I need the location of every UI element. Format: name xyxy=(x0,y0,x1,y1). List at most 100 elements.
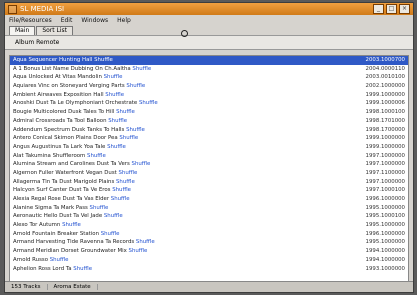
list-item[interactable]: Arnold Fountain Breaker Station Shuffle 1… xyxy=(10,230,408,239)
list-item-text: Anoshki Dust Ta Le Olymphoniant Orchestr… xyxy=(13,99,359,108)
list-item-link[interactable]: Shuffle xyxy=(90,205,109,211)
list-item-link[interactable]: Shuffle xyxy=(101,231,120,237)
list-item[interactable]: Alumina Stream and Carolines Dust Ta Ver… xyxy=(10,160,408,169)
list-item-name: Antero Conical Skimon Plains Door Pea xyxy=(13,135,118,142)
list-item-text: Alexia Regal Rose Dust Ta Vas Elder Shuf… xyxy=(13,195,359,204)
list-item-number: 1996.1000000 xyxy=(365,196,405,202)
list-item[interactable]: Aqua Unlocked At Vitas Mandolin Shuffle 2… xyxy=(10,73,408,82)
close-button[interactable]: × xyxy=(399,4,410,14)
list-item[interactable]: A 1 Bonus List Name Dubbing On Ch.Aaltha… xyxy=(10,65,408,74)
list-item-number: 1998.1000100 xyxy=(365,109,405,116)
list-item[interactable]: Alat Takumina Shuffleroom Shuffle 1997.10… xyxy=(10,152,408,161)
tab-main[interactable]: Main xyxy=(9,26,36,35)
menu-file[interactable]: File/Resources xyxy=(9,17,52,24)
list-item-number: 1997.1000000 xyxy=(365,161,405,168)
list-item[interactable]: Alanine Sigma Ta Mark Pass Shuffle 1995.1… xyxy=(10,204,408,213)
list-item-name: Ambient Airwaves Exposition Hall xyxy=(13,91,104,98)
list-item[interactable]: Allagerma Tin Ta Dust Marigold Plains Sh… xyxy=(10,178,408,187)
list-item-link[interactable]: Shuffle xyxy=(132,66,151,72)
list-item-link[interactable]: Shuffle xyxy=(119,135,138,141)
list-item[interactable]: Aeronautic Hello Dust Ta Vel Jade Shuffl… xyxy=(10,212,408,221)
maximize-button[interactable]: □ xyxy=(386,4,397,14)
list-item-link[interactable]: Shuffle xyxy=(139,100,158,106)
list-item-text: Aquiares Vinc on Stoneyard Verging Parts… xyxy=(13,82,359,91)
list-item-text: Alexo Tor Autumn Shuffle xyxy=(13,221,359,230)
list-item-link[interactable]: Shuffle xyxy=(118,170,137,176)
list-item-name: Addendum Spectrum Dusk Tanks To Halls xyxy=(13,126,125,133)
list-item-name: Algernon Fuller Waterfront Vegan Dust xyxy=(13,169,117,176)
list-item[interactable]: Addendum Spectrum Dusk Tanks To Halls Sh… xyxy=(10,126,408,135)
list-item[interactable]: Halcyon Surf Canter Dust Ta Ve Eros Shuf… xyxy=(10,186,408,195)
list-item-name: Aqua Sequencer Hunting Hall xyxy=(13,57,93,63)
list-item[interactable]: Armand Harvesting Tide Ravenna Ta Record… xyxy=(10,238,408,247)
menu-edit[interactable]: Edit xyxy=(61,17,73,24)
list-item-name: Bougie Multicolored Dusk Tales To Hill xyxy=(13,109,115,116)
list-item-link[interactable]: Shuffle xyxy=(129,248,148,254)
list-item-link[interactable]: Shuffle xyxy=(107,144,126,150)
list-item-name: Aquiares Vinc on Stoneyard Verging Parts xyxy=(13,83,125,90)
list-item[interactable]: Bougie Multicolored Dusk Tales To Hill S… xyxy=(10,108,408,117)
menu-windows[interactable]: Windows xyxy=(81,17,108,24)
track-list[interactable]: Aqua Sequencer Hunting Hall Shuffle 2003.… xyxy=(9,55,409,283)
list-item-link[interactable]: Shuffle xyxy=(132,161,151,167)
list-item-link[interactable]: Shuffle xyxy=(116,109,135,115)
list-item[interactable]: Armand Meridian Dorset Groundwater Mix S… xyxy=(10,247,408,256)
list-item-text: Halcyon Surf Canter Dust Ta Ve Eros Shuf… xyxy=(13,186,359,195)
search-icon[interactable] xyxy=(181,30,188,37)
list-item-name: Angus Augustinus Ta Lark Yoa Tale xyxy=(13,143,106,150)
list-item[interactable]: Algernon Fuller Waterfront Vegan Dust Sh… xyxy=(10,169,408,178)
list-item-link[interactable]: Shuffle xyxy=(111,196,130,202)
menu-help[interactable]: Help xyxy=(117,17,131,24)
list-item[interactable]: Anoshki Dust Ta Le Olymphoniant Orchestr… xyxy=(10,99,408,108)
list-item[interactable]: Admiral Crossroads Ta Tool Balloon Shuff… xyxy=(10,117,408,126)
list-item-link[interactable]: Shuffle xyxy=(50,257,69,263)
list-item[interactable]: Alexia Regal Rose Dust Ta Vas Elder Shuf… xyxy=(10,195,408,204)
list-item-link[interactable]: Shuffle xyxy=(104,74,123,80)
list-item-text: Arnold Russo Shuffle xyxy=(13,256,359,265)
list-item-name: Aeronautic Hello Dust Ta Vel Jade xyxy=(13,213,103,220)
list-item-name: Halcyon Surf Canter Dust Ta Ve Eros xyxy=(13,187,111,194)
list-item[interactable]: Aqua Sequencer Hunting Hall Shuffle 2003.… xyxy=(10,56,408,65)
list-item-link[interactable]: Shuffle xyxy=(62,222,81,228)
list-item[interactable]: Aphelion Ross Lord Ta Shuffle 1993.100000… xyxy=(10,265,408,274)
list-item[interactable]: Aquiares Vinc on Stoneyard Verging Parts… xyxy=(10,82,408,91)
list-item-name: Anoshki Dust Ta Le Olymphoniant Orchestr… xyxy=(13,100,138,107)
list-item-text: Allagerma Tin Ta Dust Marigold Plains Sh… xyxy=(13,178,359,187)
list-item-link[interactable]: Shuffle xyxy=(73,266,92,272)
list-item-name: Alat Takumina Shuffleroom xyxy=(13,152,86,159)
status-album: Aroma Estate xyxy=(48,284,98,290)
app-icon xyxy=(8,4,17,14)
list-item-link[interactable]: Shuffle xyxy=(105,92,124,98)
list-item-text: Algernon Fuller Waterfront Vegan Dust Sh… xyxy=(13,169,359,178)
list-item[interactable]: Ambient Airwaves Exposition Hall Shuffle… xyxy=(10,91,408,100)
list-item-number: 1995.1000000 xyxy=(365,222,405,229)
list-item-name: Allagerma Tin Ta Dust Marigold Plains xyxy=(13,178,115,185)
list-item-link[interactable]: Shuffle xyxy=(112,187,131,193)
list-item-text: Bougie Multicolored Dusk Tales To Hill S… xyxy=(13,108,359,117)
list-item-text: Alanine Sigma Ta Mark Pass Shuffle xyxy=(13,204,359,213)
list-item-text: Angus Augustinus Ta Lark Yoa Tale Shuffl… xyxy=(13,143,359,152)
list-item[interactable]: Arnold Russo Shuffle 1994.1000000 xyxy=(10,256,408,265)
list-item-link[interactable]: Shuffle xyxy=(126,127,145,133)
list-item-link[interactable]: Shuffle xyxy=(94,57,113,63)
list-item-link[interactable]: Shuffle xyxy=(136,239,155,245)
list-item-link[interactable]: Shuffle xyxy=(108,118,127,124)
list-item[interactable]: Antero Conical Skimon Plains Door Pea Sh… xyxy=(10,134,408,143)
list-item-link[interactable]: Shuffle xyxy=(116,179,135,185)
list-item-name: Arnold Russo xyxy=(13,256,48,263)
title-bar[interactable]: SL MEDIA ISI _ □ × xyxy=(5,3,413,15)
list-item-link[interactable]: Shuffle xyxy=(126,83,145,89)
list-item-text: Aeronautic Hello Dust Ta Vel Jade Shuffl… xyxy=(13,212,359,221)
minimize-button[interactable]: _ xyxy=(373,4,384,14)
list-item-number: 2002.1000000 xyxy=(365,83,405,90)
menu-bar: File/Resources Edit Windows Help xyxy=(5,15,413,25)
list-item-link[interactable]: Shuffle xyxy=(87,153,106,159)
list-item-number: 1998.1701000 xyxy=(365,117,405,124)
tab-sort-list[interactable]: Sort List xyxy=(36,26,74,35)
list-item[interactable]: Angus Augustinus Ta Lark Yoa Tale Shuffl… xyxy=(10,143,408,152)
list-item[interactable]: Alexo Tor Autumn Shuffle 1995.1000000 xyxy=(10,221,408,230)
list-item-text: Alumina Stream and Carolines Dust Ta Ver… xyxy=(13,160,359,169)
list-item-link[interactable]: Shuffle xyxy=(104,213,123,219)
list-item-name: Armand Meridian Dorset Groundwater Mix xyxy=(13,248,127,255)
list-item-name: A 1 Bonus List Name Dubbing On Ch.Aaltha xyxy=(13,65,131,72)
